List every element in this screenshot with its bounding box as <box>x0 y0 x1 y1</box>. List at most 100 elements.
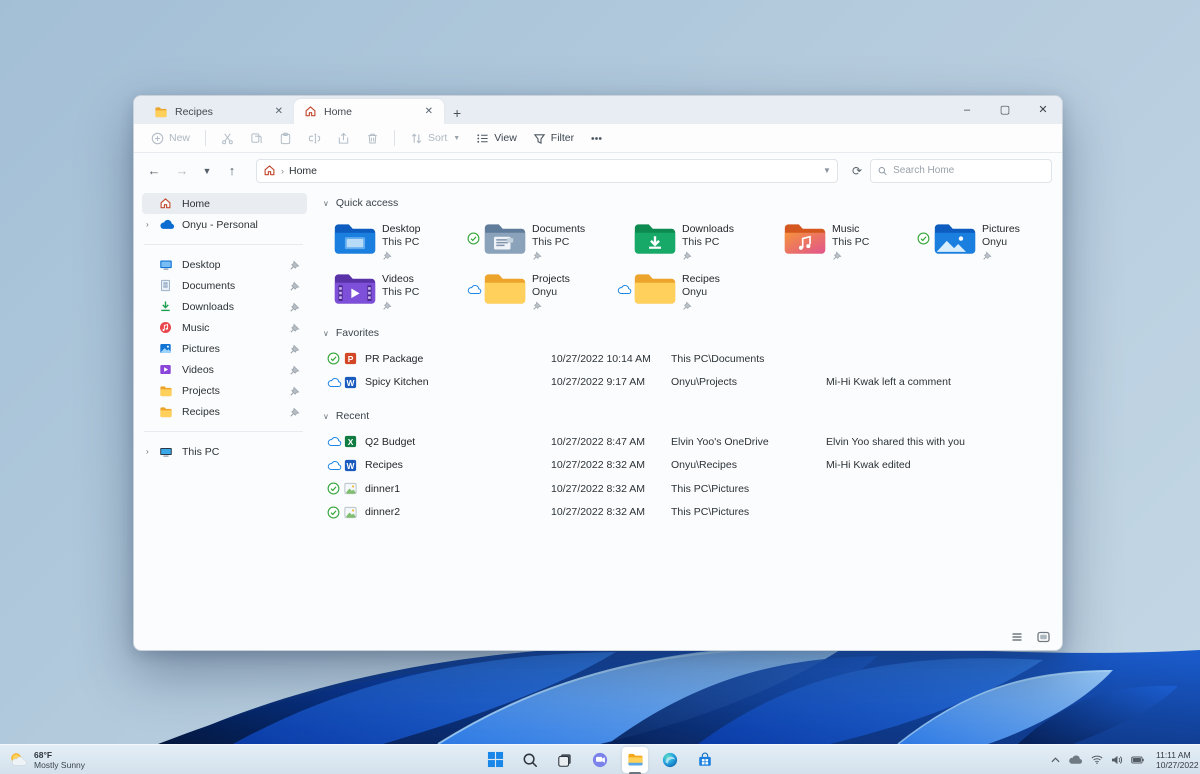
taskbar-store-button[interactable] <box>692 747 718 773</box>
sync-status-icon <box>917 220 931 250</box>
navigation-bar: ← → ▼ ↑ › Home ▼ ⟳ <box>134 153 1062 188</box>
search-icon <box>522 752 538 768</box>
minimize-button[interactable]: – <box>948 96 986 124</box>
search-box[interactable] <box>870 158 1052 183</box>
expander-chevron-icon[interactable]: › <box>146 447 159 456</box>
file-name: Recipes <box>365 459 403 472</box>
quick-access-tile-videos[interactable]: Videos This PC <box>317 270 467 311</box>
recent-locations-icon[interactable]: ▼ <box>198 166 216 176</box>
sidebar-item-music[interactable]: Music <box>142 317 307 338</box>
up-button[interactable]: ↑ <box>220 163 244 178</box>
filter-button[interactable]: Filter <box>526 129 581 148</box>
battery-icon[interactable] <box>1131 755 1144 764</box>
filter-icon <box>533 132 546 145</box>
sidebar-item-label: Music <box>182 321 210 334</box>
details-view-button[interactable] <box>1011 630 1023 648</box>
breadcrumb[interactable]: Home <box>289 165 317 177</box>
toolbar-label: View <box>494 132 517 144</box>
tab-recipes[interactable]: Recipes ✕ <box>144 99 294 124</box>
share-button[interactable] <box>330 129 357 148</box>
cloud-status-icon <box>327 436 343 447</box>
file-row-pr-package[interactable]: P PR Package 10/27/2022 10:14 AM This PC\Do… <box>317 347 1054 371</box>
delete-button[interactable] <box>359 129 386 148</box>
file-row-q2-budget[interactable]: X Q2 Budget 10/27/2022 8:47 AM Elvin Yoo's … <box>317 430 1054 454</box>
maximize-button[interactable]: ▢ <box>986 96 1024 124</box>
sidebar-item-recipes[interactable]: Recipes <box>142 401 307 422</box>
tile-location: Onyu <box>532 285 558 298</box>
chevron-up-icon[interactable] <box>1051 756 1060 763</box>
file-activity: Mi-Hi Kwak edited <box>826 459 911 472</box>
sidebar-item-label: Documents <box>182 279 236 292</box>
sort-button[interactable]: Sort ▼ <box>403 129 467 148</box>
paste-button[interactable] <box>272 129 299 148</box>
sidebar-item-onyu-personal[interactable]: › Onyu - Personal <box>142 214 307 235</box>
system-tray: 11:11 AM 10/27/2022 <box>1051 745 1200 774</box>
address-dropdown-icon[interactable]: ▼ <box>823 166 831 175</box>
taskbar-file-explorer-button[interactable] <box>622 746 648 774</box>
taskbar-task-view-button[interactable] <box>552 747 578 773</box>
sidebar-item-home[interactable]: Home <box>142 193 307 214</box>
taskbar-weather-widget[interactable]: 68°F Mostly Sunny <box>0 750 260 770</box>
sidebar-item-videos[interactable]: Videos <box>142 359 307 380</box>
new-button[interactable]: New <box>144 129 197 148</box>
taskbar-clock[interactable]: 11:11 AM 10/27/2022 <box>1156 750 1200 770</box>
wifi-icon[interactable] <box>1091 755 1103 764</box>
start-icon <box>487 751 504 768</box>
more-button[interactable] <box>583 129 610 148</box>
forward-button[interactable]: → <box>170 163 194 178</box>
rename-button[interactable] <box>301 129 328 148</box>
chevron-down-icon: ∨ <box>323 328 329 338</box>
view-button[interactable]: View <box>469 129 524 148</box>
file-powerpoint-icon: P <box>343 351 365 366</box>
status-bar <box>134 627 1062 650</box>
pin-icon <box>289 259 301 271</box>
taskbar-search-button[interactable] <box>517 747 543 773</box>
file-row-dinner2[interactable]: dinner2 10/27/2022 8:32 AM This PC\Picture… <box>317 501 1054 525</box>
section-header-favorites[interactable]: ∨ Favorites <box>317 324 1054 342</box>
quick-access-tile-downloads[interactable]: Downloads This PC <box>617 220 767 261</box>
quick-access-tile-desktop[interactable]: Desktop This PC <box>317 220 467 261</box>
expander-chevron-icon[interactable]: › <box>146 220 159 229</box>
address-bar[interactable]: › Home ▼ <box>256 158 838 183</box>
close-button[interactable]: ✕ <box>1024 96 1062 124</box>
file-image-icon <box>343 505 365 520</box>
copy-button[interactable] <box>243 129 270 148</box>
sidebar-item-pictures[interactable]: Pictures <box>142 338 307 359</box>
file-row-spicy-kitchen[interactable]: W Spicy Kitchen 10/27/2022 9:17 AM Onyu\Pro… <box>317 371 1054 395</box>
sidebar-item-downloads[interactable]: Downloads <box>142 296 307 317</box>
quick-access-tile-recipes[interactable]: Recipes Onyu <box>617 270 767 311</box>
cut-button[interactable] <box>214 129 241 148</box>
section-title: Favorites <box>335 327 380 339</box>
sidebar-item-this-pc[interactable]: › This PC <box>142 441 307 462</box>
cloud-tray-icon[interactable] <box>1068 755 1083 765</box>
taskbar-teams-chat-button[interactable] <box>587 747 613 773</box>
tab-home[interactable]: Home ✕ <box>294 99 444 124</box>
desktop-icon <box>159 257 175 273</box>
tab-close-icon[interactable]: ✕ <box>422 106 436 117</box>
folder-downloads-icon <box>633 220 677 258</box>
command-toolbar: New Sort ▼ View Filter <box>134 124 1062 153</box>
search-icon <box>878 166 887 175</box>
section-header-quick-access[interactable]: ∨ Quick access <box>317 194 1054 212</box>
search-input[interactable] <box>893 165 1044 176</box>
file-row-dinner1[interactable]: dinner1 10/27/2022 8:32 AM This PC\Picture… <box>317 477 1054 501</box>
file-location: Elvin Yoo's OneDrive <box>671 435 769 448</box>
tab-close-icon[interactable]: ✕ <box>272 106 286 117</box>
quick-access-tile-projects[interactable]: Projects Onyu <box>467 270 617 311</box>
volume-icon[interactable] <box>1111 755 1123 765</box>
large-icons-view-button[interactable] <box>1037 630 1050 648</box>
sidebar-item-projects[interactable]: Projects <box>142 380 307 401</box>
pictures-icon <box>159 341 175 357</box>
quick-access-tile-pictures[interactable]: Pictures Onyu <box>917 220 1062 261</box>
refresh-button[interactable]: ⟳ <box>848 164 866 178</box>
file-row-recipes[interactable]: W Recipes 10/27/2022 8:32 AM Onyu\Recipes Mi… <box>317 454 1054 478</box>
new-tab-button[interactable]: + <box>444 105 470 124</box>
back-button[interactable]: ← <box>142 163 166 178</box>
taskbar-start-button[interactable] <box>482 747 508 773</box>
sidebar-item-desktop[interactable]: Desktop <box>142 254 307 275</box>
taskbar-edge-button[interactable] <box>657 747 683 773</box>
section-header-recent[interactable]: ∨ Recent <box>317 407 1054 425</box>
quick-access-tile-documents[interactable]: Documents This PC <box>467 220 617 261</box>
quick-access-tile-music[interactable]: Music This PC <box>767 220 917 261</box>
sidebar-item-documents[interactable]: Documents <box>142 275 307 296</box>
